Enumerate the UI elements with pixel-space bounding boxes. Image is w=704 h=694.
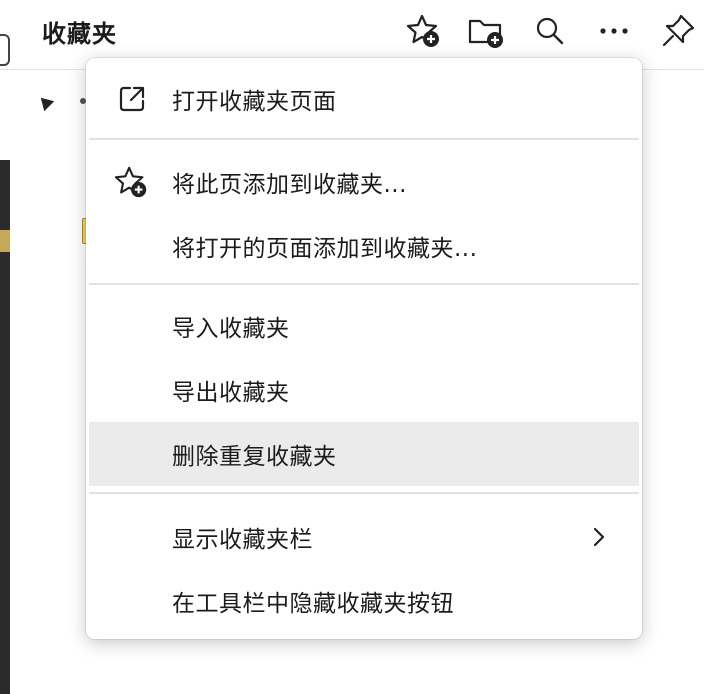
menu-item-label: 显示收藏夹栏 xyxy=(172,527,313,553)
favorites-context-menu: 打开收藏夹页面 将此页添加到收藏夹... 将打开的页面添加到收藏夹... 导入收… xyxy=(86,58,642,639)
add-favorite-icon xyxy=(114,164,150,200)
chevron-right-icon xyxy=(593,527,605,547)
search-button[interactable] xyxy=(530,10,570,52)
background-window-strip xyxy=(0,160,10,694)
tree-expand-icon[interactable] xyxy=(35,92,55,112)
menu-item-show-favorites-bar[interactable]: 显示收藏夹栏 xyxy=(86,505,642,569)
more-icon xyxy=(600,28,628,34)
menu-item-remove-duplicates[interactable]: 删除重复收藏夹 xyxy=(89,422,639,486)
menu-item-label: 在工具栏中隐藏收藏夹按钮 xyxy=(172,591,454,617)
menu-item-open-favorites-page[interactable]: 打开收藏夹页面 xyxy=(86,67,642,131)
search-icon xyxy=(536,17,564,45)
pin-button[interactable] xyxy=(658,10,698,52)
menu-item-label: 将打开的页面添加到收藏夹... xyxy=(172,236,478,262)
menu-item-label: 打开收藏夹页面 xyxy=(172,89,337,115)
add-folder-button[interactable] xyxy=(466,10,506,52)
add-favorite-button[interactable] xyxy=(404,10,444,52)
pin-icon xyxy=(662,14,695,47)
menu-divider xyxy=(89,138,639,140)
menu-divider xyxy=(89,492,639,494)
open-external-icon xyxy=(114,81,150,117)
menu-item-label: 导出收藏夹 xyxy=(172,380,290,406)
background-glint xyxy=(0,230,10,252)
menu-divider xyxy=(89,283,639,285)
menu-item-label: 将此页添加到收藏夹... xyxy=(172,172,407,198)
add-favorite-icon xyxy=(406,14,439,47)
menu-item-import-favorites[interactable]: 导入收藏夹 xyxy=(86,294,642,358)
add-folder-icon xyxy=(468,19,503,48)
more-button[interactable] xyxy=(594,10,634,52)
menu-item-export-favorites[interactable]: 导出收藏夹 xyxy=(86,358,642,422)
menu-item-label: 导入收藏夹 xyxy=(172,316,290,342)
page-title: 收藏夹 xyxy=(42,20,117,48)
menu-item-hide-favorites-button[interactable]: 在工具栏中隐藏收藏夹按钮 xyxy=(86,569,642,633)
menu-item-label: 删除重复收藏夹 xyxy=(172,444,337,470)
menu-item-add-this-page[interactable]: 将此页添加到收藏夹... xyxy=(86,150,642,214)
menu-item-add-open-pages[interactable]: 将打开的页面添加到收藏夹... xyxy=(86,214,642,278)
